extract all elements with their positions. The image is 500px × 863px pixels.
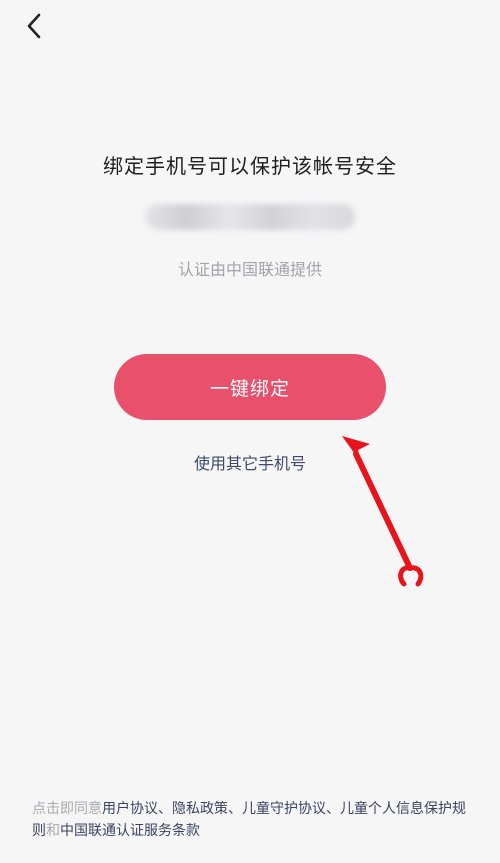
chevron-left-icon xyxy=(25,13,43,43)
page-title: 绑定手机号可以保护该帐号安全 xyxy=(103,154,397,178)
terms-separator: 、 xyxy=(228,801,242,817)
unicom-terms-link[interactable]: 中国联通认证服务条款 xyxy=(60,823,200,839)
terms-and: 和 xyxy=(46,823,60,839)
terms-separator: 、 xyxy=(158,801,172,817)
masked-phone-number xyxy=(140,196,360,238)
bind-phone-page: 绑定手机号可以保护该帐号安全 认证由中国联通提供 一键绑定 使用其它手机号 点击… xyxy=(0,0,500,863)
child-protection-link[interactable]: 儿童守护协议 xyxy=(242,801,326,817)
privacy-policy-link[interactable]: 隐私政策 xyxy=(172,801,228,817)
back-button[interactable] xyxy=(18,12,50,44)
terms-separator: 、 xyxy=(326,801,340,817)
terms-prefix: 点击即同意 xyxy=(32,801,102,817)
one-click-bind-button[interactable]: 一键绑定 xyxy=(114,354,386,420)
phone-blur-placeholder xyxy=(145,204,355,230)
terms-agreement-text: 点击即同意用户协议、隐私政策、儿童守护协议、儿童个人信息保护规则和中国联通认证服… xyxy=(32,798,472,842)
provider-text: 认证由中国联通提供 xyxy=(177,260,322,279)
user-agreement-link[interactable]: 用户协议 xyxy=(102,801,158,817)
red-arrow-annotation xyxy=(342,436,424,587)
